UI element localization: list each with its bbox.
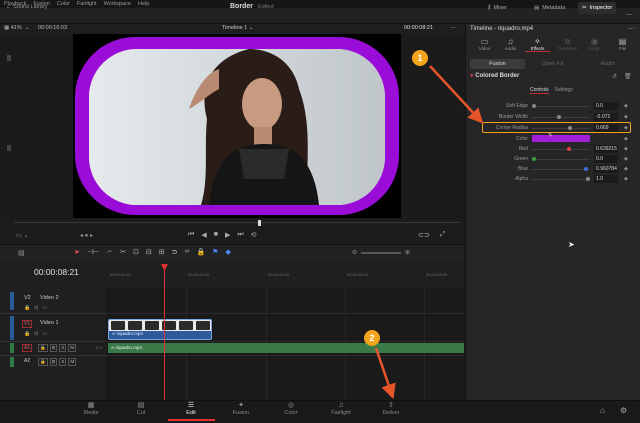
annotation-arrow-1 — [429, 65, 484, 124]
annotation-arrow-2 — [374, 347, 396, 400]
annotation-badge-1: 1 — [412, 50, 428, 66]
annotation-arrows — [374, 65, 484, 400]
annotation-badge-2: 2 — [364, 330, 380, 346]
